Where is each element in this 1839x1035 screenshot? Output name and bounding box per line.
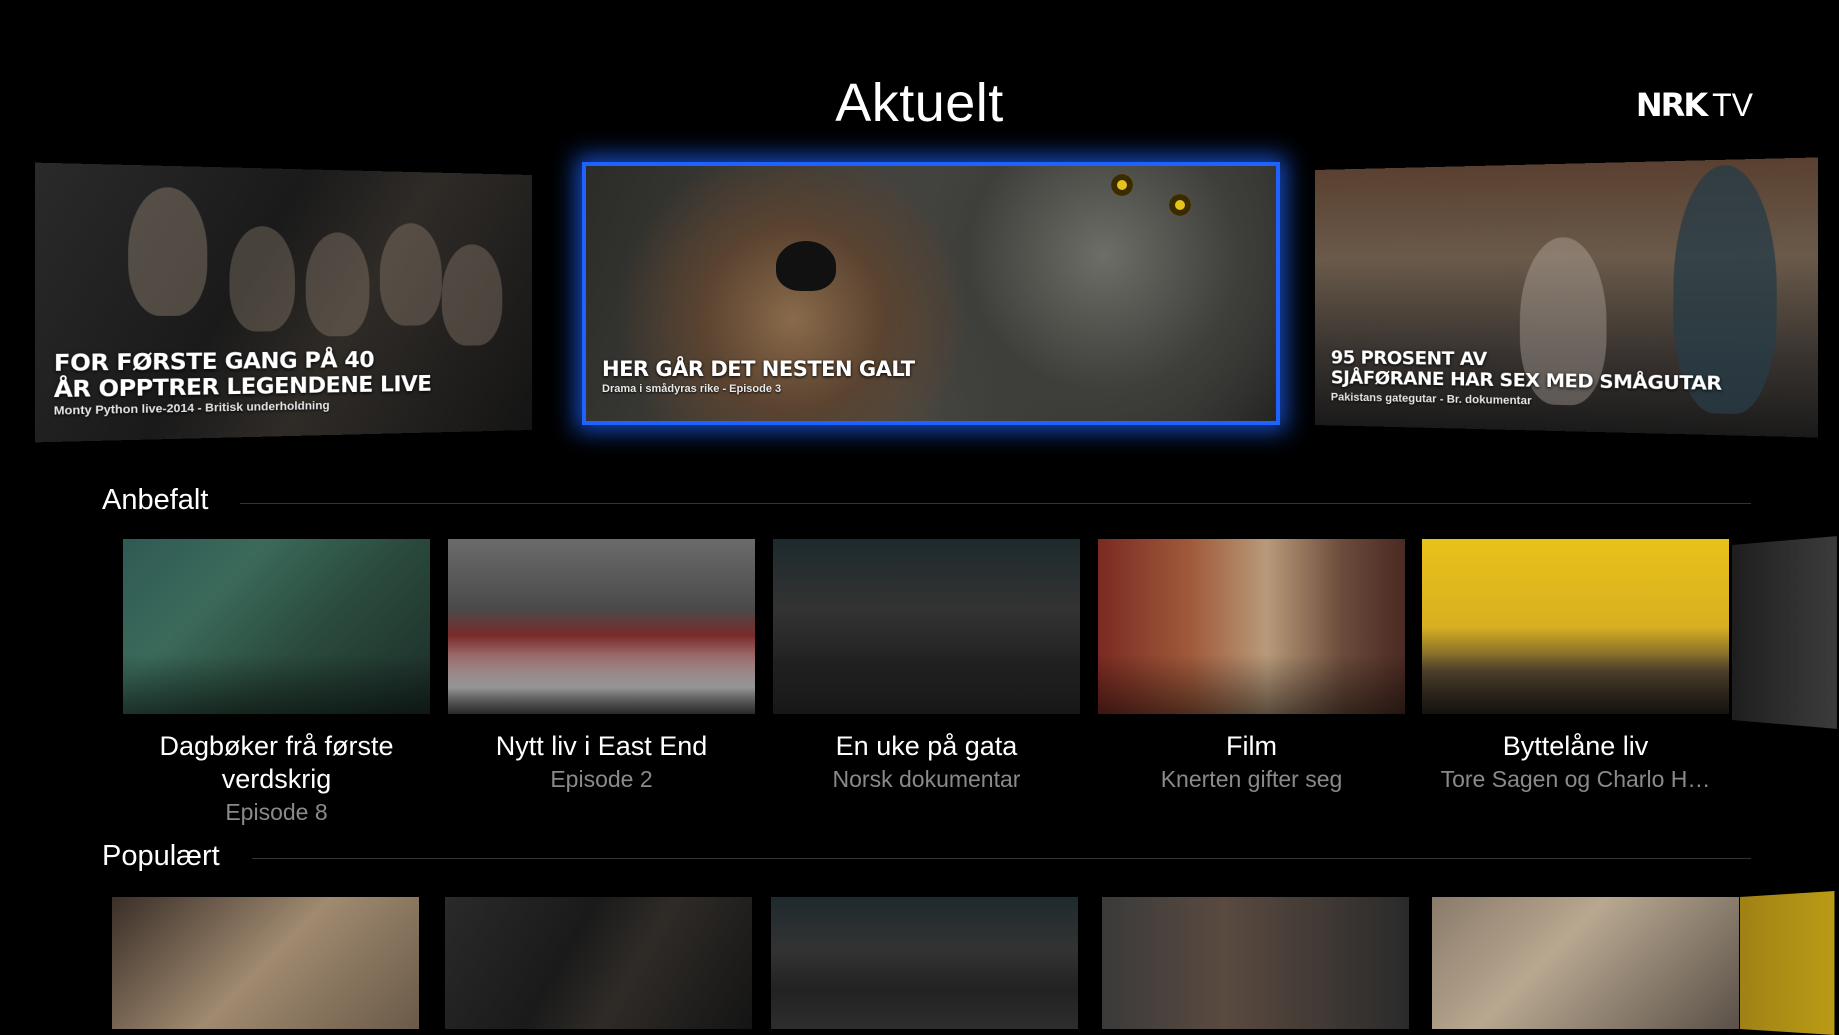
hero-headline: HER GÅR DET NESTEN GALT: [602, 356, 915, 381]
tile-meta: Byttelåne liv Tore Sagen og Charlo H…: [1422, 730, 1729, 795]
owl-eye: [1169, 194, 1191, 216]
tile-popular[interactable]: [112, 897, 419, 1029]
tile-en-uke[interactable]: [773, 539, 1080, 714]
tile-title: Byttelåne liv: [1502, 731, 1649, 761]
tile-image: [1432, 897, 1739, 1029]
tile-image: [445, 897, 752, 1029]
tile-image: [771, 897, 1078, 1029]
tile-popular[interactable]: [771, 897, 1078, 1029]
tile-peek: [1732, 536, 1837, 729]
page-title: Aktuelt: [835, 73, 1004, 133]
tile-title: verdskrig: [221, 764, 332, 794]
tile-meta: Film Knerten gifter seg: [1098, 730, 1405, 795]
tile-byttelane[interactable]: [1422, 539, 1729, 714]
tile-nytt-liv[interactable]: [448, 539, 755, 714]
tile-image: [112, 897, 419, 1029]
row-divider: [252, 858, 1751, 859]
logo-mark: NRK: [1635, 86, 1708, 124]
nrk-tv-logo: NRK TV: [1636, 86, 1753, 124]
tile-peek: [1740, 891, 1835, 1035]
tile-film[interactable]: [1098, 539, 1405, 714]
tile-subtitle: Norsk dokumentar: [832, 766, 1021, 792]
tile-subtitle: Episode 2: [550, 766, 653, 792]
hero-card-monty-python[interactable]: FOR FØRSTE GANG PÅ 40 ÅR OPPTRER LEGENDE…: [34, 162, 532, 443]
tile-image: [1102, 897, 1409, 1029]
row-title-anbefalt: Anbefalt: [102, 484, 209, 516]
tile-meta: Dagbøker frå første verdskrig Episode 8: [123, 730, 430, 828]
hero-card-focused[interactable]: HER GÅR DET NESTEN GALT Drama i smådyras…: [582, 162, 1280, 425]
tile-popular[interactable]: [1432, 897, 1739, 1029]
tile-title: Film: [1226, 731, 1277, 761]
hero-subtitle: Drama i smådyras rike - Episode 3: [602, 383, 782, 395]
row-title-populaert: Populært: [102, 840, 220, 872]
tile-meta: Nytt liv i East End Episode 2: [448, 730, 755, 795]
tile-subtitle: Knerten gifter seg: [1160, 766, 1343, 792]
tile-title: En uke på gata: [835, 731, 1018, 761]
tv-screen: [14, 6, 1839, 1029]
tile-popular[interactable]: [1102, 897, 1409, 1029]
hero-card-pakistan[interactable]: 95 PROSENT AV SJÅFØRANE HAR SEX MED SMÅG…: [1315, 157, 1819, 438]
logo-text: TV: [1712, 87, 1753, 123]
tile-subtitle: Episode 8: [225, 799, 328, 825]
owl-eye: [1111, 174, 1133, 196]
tile-subtitle: Tore Sagen og Charlo H…: [1440, 766, 1711, 792]
tile-popular[interactable]: [445, 897, 752, 1029]
tile-title: Dagbøker frå første: [159, 731, 394, 761]
tile-dagboker[interactable]: [123, 539, 430, 714]
row-divider: [240, 503, 1751, 504]
tile-meta: En uke på gata Norsk dokumentar: [773, 730, 1080, 795]
tile-title: Nytt liv i East End: [495, 731, 708, 761]
